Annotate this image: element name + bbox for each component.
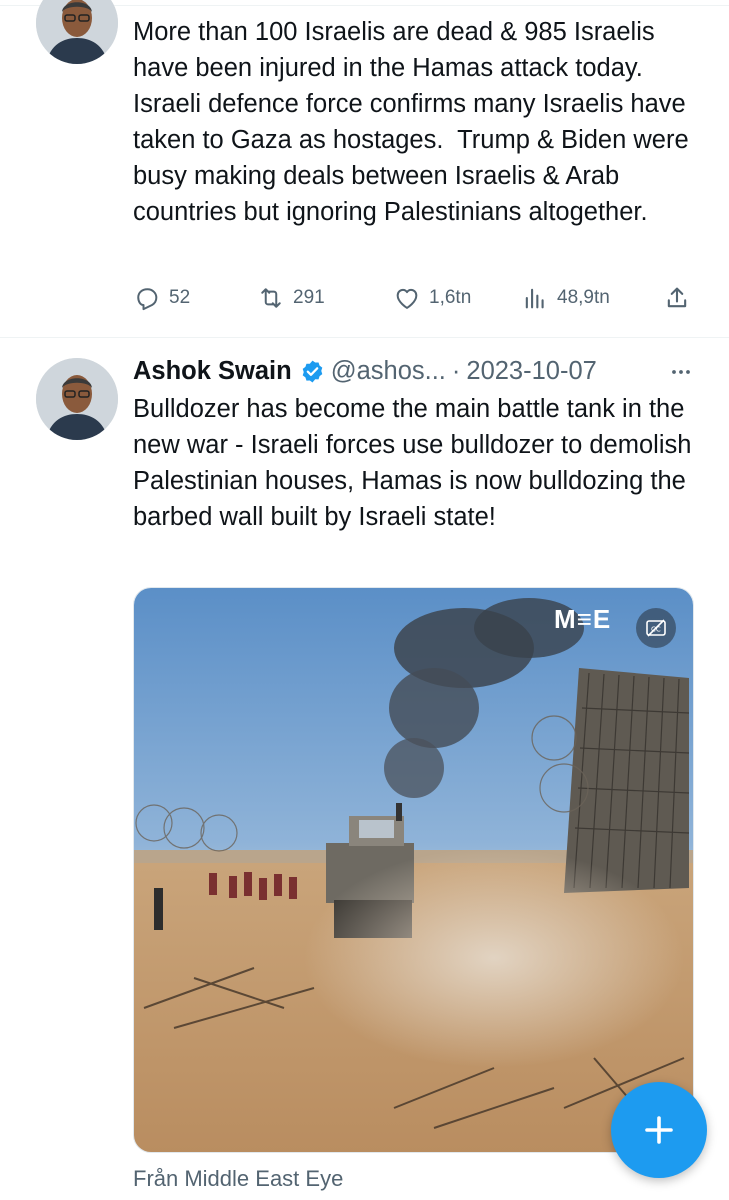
separator-dot: · [451,356,461,385]
tweet-header: Ashok Swain @ashos... · 2023-10-07 [133,352,703,390]
views-icon [525,288,544,309]
media-source[interactable]: Från Middle East Eye [133,1166,343,1192]
share-button[interactable] [663,280,699,316]
author-name[interactable]: Ashok Swain [133,357,292,386]
retweet-button[interactable]: 291 [257,280,325,316]
profile-photo-icon [36,0,118,64]
avatar[interactable] [36,0,118,64]
heart-icon [396,288,418,309]
views-count: 48,9tn [557,287,610,308]
views-button[interactable]: 48,9tn [521,280,610,316]
more-options-icon[interactable] [667,358,695,386]
video-player[interactable]: M≡E CC [133,587,694,1153]
watermark-logo: M≡E [554,604,612,634]
divider [0,337,729,338]
tweet-text: More than 100 Israelis are dead & 985 Is… [133,18,696,226]
like-count: 1,6tn [429,287,472,308]
verified-badge-icon [302,360,322,382]
retweet-count: 291 [293,287,325,308]
reply-button[interactable]: 52 [133,280,190,316]
profile-photo-icon [36,358,118,440]
tweet-date[interactable]: 2023-10-07 [466,357,596,386]
tweet-text: Bulldozer has become the main battle tan… [133,395,699,531]
tweet-actions: 52 291 1,6tn 48,9tn [133,280,698,316]
captions-button[interactable]: CC [636,608,676,648]
captions-off-icon: CC [646,619,666,637]
compose-tweet-button[interactable] [611,1082,707,1178]
video-thumbnail [134,588,693,1152]
like-button[interactable]: 1,6tn [393,280,471,316]
avatar[interactable] [36,358,118,440]
author-handle[interactable]: @ashos... [331,357,446,386]
share-icon [667,287,687,308]
plus-icon [645,1116,673,1144]
retweet-icon [261,288,281,308]
reply-icon [137,288,158,311]
reply-count: 52 [169,287,191,308]
